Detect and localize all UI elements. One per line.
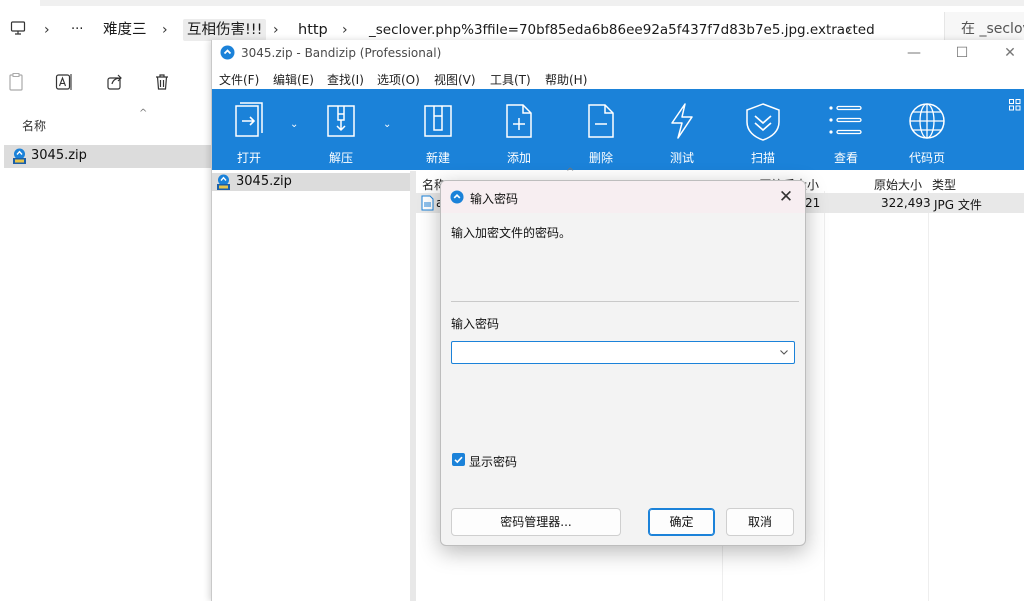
- dialog-message: 输入加密文件的密码。: [451, 226, 572, 240]
- window-title: 3045.zip - Bandizip (Professional): [241, 46, 442, 60]
- tree-item-label: 3045.zip: [236, 174, 292, 189]
- new-archive-icon: [421, 102, 455, 140]
- zip-file-icon: [215, 174, 232, 191]
- password-field[interactable]: [451, 341, 795, 364]
- chevron-right-icon: ›: [342, 22, 348, 38]
- add-button[interactable]: 添加: [482, 89, 556, 170]
- chevron-right-icon: ›: [162, 22, 168, 38]
- chevron-right-icon: ›: [846, 22, 852, 38]
- menu-file[interactable]: 文件(F): [219, 71, 259, 88]
- toolbar-label: 测试: [669, 151, 694, 165]
- chevron-right-icon: ›: [273, 22, 279, 38]
- bandizip-logo-icon: [220, 45, 235, 60]
- sort-up-icon: ^: [566, 167, 575, 178]
- menu-options[interactable]: 选项(O): [377, 71, 420, 88]
- rename-icon[interactable]: [55, 72, 73, 92]
- toolbar-label: 解压: [328, 151, 353, 165]
- column-header-type[interactable]: 类型: [932, 176, 956, 193]
- trash-icon[interactable]: [154, 72, 170, 92]
- breadcrumb-item[interactable]: http: [298, 19, 328, 41]
- toolbar-label: 删除: [588, 151, 613, 165]
- add-icon: [502, 102, 536, 140]
- zip-file-icon: [11, 148, 28, 165]
- dropdown-arrow-icon[interactable]: ⌄: [290, 119, 298, 130]
- password-input[interactable]: [456, 344, 766, 361]
- compressed-size: 21: [805, 196, 821, 210]
- menu-bar: 文件(F) 编辑(E) 查找(I) 选项(O) 视图(V) 工具(T) 帮助(H…: [212, 68, 1024, 90]
- menu-tools[interactable]: 工具(T): [490, 71, 531, 88]
- tree-item[interactable]: 3045.zip: [212, 173, 410, 191]
- password-manager-button[interactable]: 密码管理器...: [451, 508, 621, 536]
- column-divider: [928, 191, 929, 601]
- toolbar-label: 新建: [425, 151, 450, 165]
- archive-tree-pane: 3045.zip: [212, 171, 410, 601]
- codepage-icon: [908, 102, 946, 140]
- toolbar-label: 添加: [506, 151, 531, 165]
- explorer-tab-strip: [40, 0, 1024, 6]
- checkmark-icon: [454, 456, 463, 464]
- scan-icon: [743, 102, 783, 142]
- toolbar: 打开 ⌄ 解压 ⌄ 新建 添加 删除 测试 扫描 查看 代码页: [212, 89, 1024, 170]
- share-icon[interactable]: [106, 72, 124, 92]
- test-button[interactable]: 测试: [645, 89, 719, 170]
- password-label: 输入密码: [451, 317, 500, 331]
- file-type: JPG 文件: [934, 198, 982, 212]
- view-button[interactable]: 查看: [809, 89, 883, 170]
- show-password-label[interactable]: 显示密码: [469, 453, 517, 470]
- explorer-command-bar: [0, 64, 212, 104]
- extract-button[interactable]: 解压: [304, 89, 378, 170]
- column-header-original[interactable]: 原始大小: [874, 176, 922, 193]
- divider: [451, 301, 799, 302]
- breadcrumb-item[interactable]: 难度三: [103, 19, 147, 41]
- toolbar-label: 查看: [833, 151, 858, 165]
- menu-view[interactable]: 视图(V): [434, 71, 476, 88]
- file-name: 3045.zip: [31, 148, 87, 163]
- test-icon: [665, 102, 699, 140]
- chevron-down-icon[interactable]: [778, 346, 790, 358]
- file-icon: [421, 195, 434, 211]
- close-window-icon[interactable]: ✕: [990, 43, 1024, 63]
- breadcrumb-item[interactable]: 互相伤害!!!: [183, 19, 267, 41]
- minimize-icon[interactable]: —: [894, 43, 934, 63]
- show-password-checkbox[interactable]: [452, 453, 465, 466]
- breadcrumb-item[interactable]: _seclover.php%3ffile=70bf85eda6b86ee92a5…: [369, 19, 875, 41]
- cancel-button[interactable]: 取消: [726, 508, 794, 536]
- open-icon: [232, 102, 266, 140]
- bandizip-logo-icon: [450, 190, 464, 204]
- view-icon: [828, 102, 864, 138]
- original-size: 322,493: [881, 196, 931, 210]
- paste-icon[interactable]: [8, 72, 24, 92]
- open-button[interactable]: 打开: [212, 89, 286, 170]
- maximize-icon[interactable]: ☐: [942, 43, 982, 63]
- close-icon[interactable]: ✕: [774, 186, 798, 208]
- delete-button[interactable]: 删除: [564, 89, 638, 170]
- column-header-name[interactable]: 名称: [22, 117, 46, 134]
- toolbar-label: 代码页: [908, 151, 945, 165]
- column-divider: [824, 191, 825, 601]
- menu-edit[interactable]: 编辑(E): [273, 71, 314, 88]
- title-bar[interactable]: 3045.zip - Bandizip (Professional) — ☐ ✕: [212, 40, 1024, 66]
- scan-button[interactable]: 扫描: [726, 89, 800, 170]
- dropdown-arrow-icon[interactable]: ⌄: [383, 119, 391, 130]
- chevron-right-icon: ›: [44, 22, 50, 38]
- codepage-button[interactable]: 代码页: [890, 89, 964, 170]
- extract-icon: [324, 102, 358, 140]
- breadcrumb-overflow[interactable]: ···: [71, 19, 83, 41]
- this-pc-icon[interactable]: [10, 20, 26, 36]
- delete-icon: [584, 102, 618, 140]
- toolbar-label: 打开: [236, 151, 261, 165]
- dialog-title-bar[interactable]: 输入密码 ✕: [441, 181, 805, 213]
- sort-up-icon: ^: [139, 108, 148, 119]
- menu-help[interactable]: 帮助(H): [545, 71, 587, 88]
- file-list-item[interactable]: 3045.zip: [4, 145, 212, 168]
- toolbar-label: 扫描: [750, 151, 775, 165]
- ok-button[interactable]: 确定: [648, 508, 715, 536]
- layout-grid-icon[interactable]: [1009, 99, 1021, 111]
- password-dialog: 输入密码 ✕ 输入加密文件的密码。 输入密码 显示密码 密码管理器... 确定 …: [440, 180, 806, 546]
- new-archive-button[interactable]: 新建: [401, 89, 475, 170]
- menu-find[interactable]: 查找(I): [327, 71, 364, 88]
- dialog-title: 输入密码: [470, 192, 519, 206]
